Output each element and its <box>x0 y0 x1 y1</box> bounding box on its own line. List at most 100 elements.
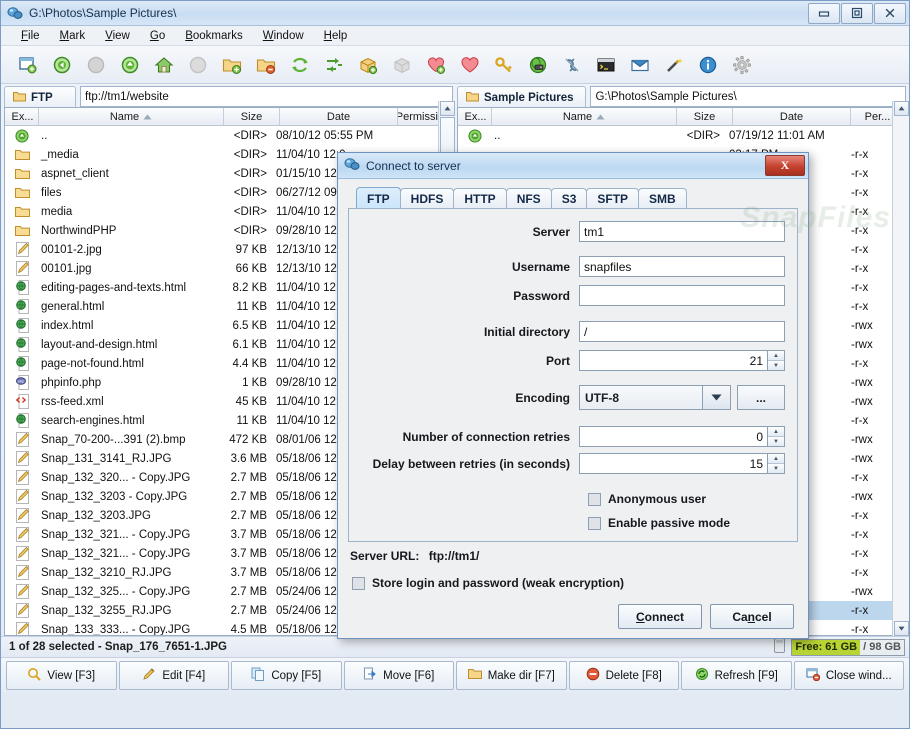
passive-mode-checkbox[interactable] <box>588 516 601 530</box>
delete-folder-icon[interactable] <box>249 50 283 80</box>
username-value: snapfiles <box>584 259 632 274</box>
right-col-ext[interactable]: Ex... <box>458 108 492 126</box>
dialog-tab-smb[interactable]: SMB <box>638 188 687 209</box>
makedir-button[interactable]: Make dir [F7] <box>456 661 567 690</box>
connect-button[interactable]: Connect <box>618 604 702 629</box>
pack-icon[interactable] <box>351 50 385 80</box>
menu-help[interactable]: Help <box>314 30 358 42</box>
delay-input[interactable]: 15 <box>579 453 768 474</box>
retries-row: Number of connection retries 0 ▲ ▼ <box>361 426 785 447</box>
new-folder-icon[interactable] <box>215 50 249 80</box>
copy-button[interactable]: Copy [F5] <box>231 661 342 690</box>
spin-down-icon[interactable]: ▼ <box>768 463 784 473</box>
disconnect-icon[interactable] <box>555 50 589 80</box>
file-name: 00101.jpg <box>41 262 92 275</box>
encoding-browse-button[interactable]: ... <box>737 385 785 410</box>
menu-go[interactable]: Go <box>140 30 175 42</box>
new-tab-icon[interactable] <box>11 50 45 80</box>
compare-icon[interactable] <box>317 50 351 80</box>
port-input[interactable]: 21 <box>579 350 768 371</box>
favorite-add-icon[interactable] <box>419 50 453 80</box>
spin-down-icon[interactable]: ▼ <box>768 360 784 370</box>
anonymous-user-row[interactable]: Anonymous user <box>588 492 785 506</box>
refresh-button[interactable]: Refresh [F9] <box>681 661 792 690</box>
image-icon <box>5 622 39 635</box>
xml-icon <box>5 394 39 409</box>
server-input[interactable]: tm1 <box>579 221 785 242</box>
minimize-icon[interactable] <box>808 2 840 24</box>
spin-up-icon[interactable]: ▲ <box>768 454 784 463</box>
menu-mark[interactable]: Mark <box>50 30 96 42</box>
left-pane-tab[interactable]: FTP <box>4 86 76 108</box>
close-icon[interactable] <box>874 2 906 24</box>
key-icon[interactable] <box>487 50 521 80</box>
store-credentials-row[interactable]: Store login and password (weak encryptio… <box>352 576 798 590</box>
dialog-tab-ftp[interactable]: FTP <box>356 187 401 209</box>
delay-spinner[interactable]: 15 ▲ ▼ <box>579 453 785 474</box>
scroll-down-icon[interactable] <box>893 621 909 636</box>
delete-button[interactable]: Delete [F8] <box>568 661 679 690</box>
dialog-tab-hdfs[interactable]: HDFS <box>399 188 455 209</box>
dialog-tab-http[interactable]: HTTP <box>453 188 507 209</box>
spin-up-icon[interactable]: ▲ <box>768 351 784 360</box>
info-icon[interactable] <box>691 50 725 80</box>
left-col-date[interactable]: Date <box>280 108 398 125</box>
move-button[interactable]: Move [F6] <box>343 661 454 690</box>
spin-down-icon[interactable]: ▼ <box>768 436 784 446</box>
dialog-tab-s3[interactable]: S3 <box>550 188 588 209</box>
table-row[interactable]: .. <DIR> 08/10/12 05:55 PM <box>5 126 452 145</box>
password-input[interactable] <box>579 285 785 306</box>
view-button[interactable]: View [F3] <box>6 661 117 690</box>
mail-icon[interactable] <box>623 50 657 80</box>
dialog-tab-nfs[interactable]: NFS <box>505 188 552 209</box>
right-pane-tab[interactable]: Sample Pictures <box>457 86 587 109</box>
menu-view[interactable]: View <box>95 30 140 42</box>
right-col-name[interactable]: Name <box>492 108 677 126</box>
app-icon <box>7 5 23 21</box>
port-spinner[interactable]: 21 ▲ ▼ <box>579 350 785 371</box>
retries-spinner[interactable]: 0 ▲ ▼ <box>579 426 785 447</box>
scroll-up-icon[interactable] <box>439 101 455 116</box>
left-col-size[interactable]: Size <box>224 108 280 125</box>
connect-ftp-icon[interactable] <box>521 50 555 80</box>
close-window-button[interactable]: Close wind... <box>793 661 904 690</box>
left-col-name[interactable]: Name <box>39 108 224 125</box>
sync-icon[interactable] <box>283 50 317 80</box>
dialog-close-icon[interactable]: X <box>765 155 805 176</box>
dialog-tab-sftp[interactable]: SFTP <box>586 188 640 209</box>
right-col-size[interactable]: Size <box>677 108 733 126</box>
anonymous-user-checkbox[interactable] <box>588 492 601 506</box>
back-icon[interactable] <box>45 50 79 80</box>
menu-bookmarks[interactable]: Bookmarks <box>175 30 253 42</box>
username-input[interactable]: snapfiles <box>579 256 785 277</box>
cancel-button[interactable]: Ca n cel <box>710 604 794 629</box>
terminal-icon[interactable] <box>589 50 623 80</box>
maximize-icon[interactable] <box>841 2 873 24</box>
home-icon[interactable] <box>147 50 181 80</box>
retries-input[interactable]: 0 <box>579 426 768 447</box>
initial-directory-input[interactable]: / <box>579 321 785 342</box>
store-credentials-checkbox[interactable] <box>352 576 365 590</box>
spin-up-icon[interactable]: ▲ <box>768 427 784 436</box>
right-vertical-scrollbar[interactable] <box>892 101 909 636</box>
right-path-value: G:\Photos\Sample Pictures\ <box>595 90 737 103</box>
left-path-input[interactable]: ftp://tm1/website <box>80 86 453 107</box>
image-icon <box>5 565 39 580</box>
scroll-up-icon[interactable] <box>893 101 909 116</box>
encoding-combo[interactable]: UTF-8 <box>579 385 731 410</box>
menu-file[interactable]: File <box>11 30 50 42</box>
passive-mode-row[interactable]: Enable passive mode <box>588 516 785 530</box>
edit-button[interactable]: Edit [F4] <box>118 661 229 690</box>
left-col-ext[interactable]: Ex... <box>5 108 39 125</box>
favorite-icon[interactable] <box>453 50 487 80</box>
right-path-input[interactable]: G:\Photos\Sample Pictures\ <box>590 86 906 108</box>
settings-icon[interactable] <box>725 50 759 80</box>
chevron-down-icon[interactable] <box>703 385 731 410</box>
dialog-body: FTP HDFS HTTP NFS S3 SFTP SMB Server tm1 Usern… <box>338 179 808 638</box>
wand-icon[interactable] <box>657 50 691 80</box>
table-row[interactable]: .. <DIR> 07/19/12 11:01 AM <box>458 126 905 145</box>
makedir-button-label: Make dir [F7] <box>487 669 555 682</box>
right-col-date[interactable]: Date <box>733 108 851 126</box>
menu-window[interactable]: Window <box>253 30 314 42</box>
up-icon[interactable] <box>113 50 147 80</box>
